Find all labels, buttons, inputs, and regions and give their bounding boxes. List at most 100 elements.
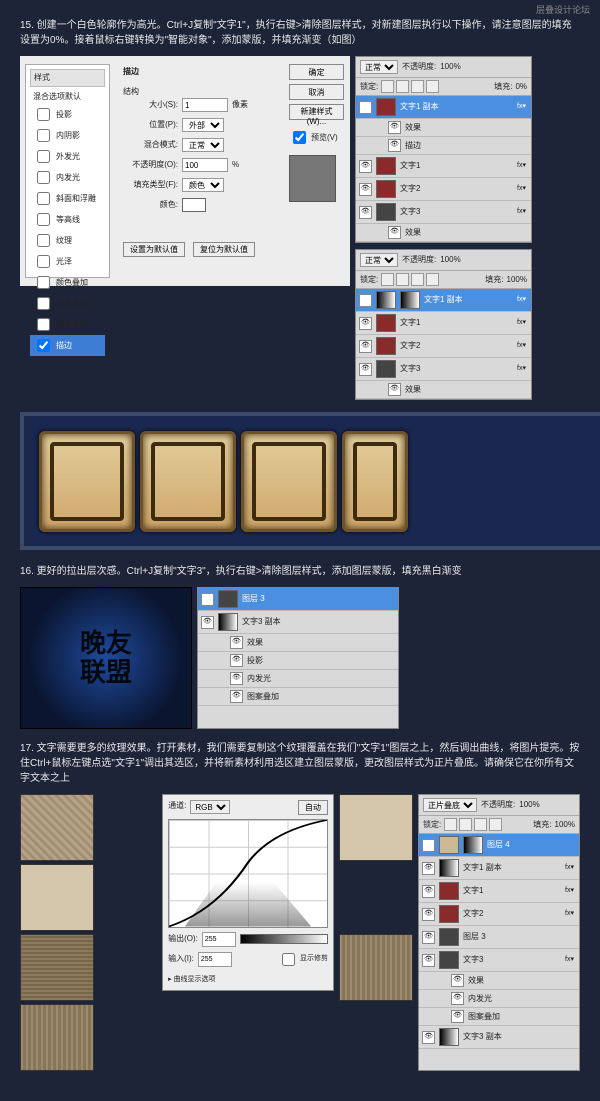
- style-item[interactable]: 光泽: [30, 251, 105, 272]
- filltype-select[interactable]: 颜色: [182, 178, 224, 192]
- style-item[interactable]: 等高线: [30, 209, 105, 230]
- visibility-icon[interactable]: 👁: [201, 616, 214, 629]
- layer-row[interactable]: 👁效果: [198, 634, 398, 652]
- visibility-icon[interactable]: 👁: [422, 908, 435, 921]
- visibility-icon[interactable]: 👁: [451, 1010, 464, 1023]
- layer-row[interactable]: 👁效果: [356, 381, 531, 399]
- curves-graph[interactable]: [168, 819, 328, 928]
- fx-badge[interactable]: fx▾: [515, 341, 528, 352]
- blend-select[interactable]: 正常: [182, 138, 224, 152]
- layer-row[interactable]: 👁图层 4: [419, 834, 579, 857]
- ok-button[interactable]: 确定: [289, 64, 344, 80]
- visibility-icon[interactable]: 👁: [230, 654, 243, 667]
- visibility-icon[interactable]: 👁: [359, 294, 372, 307]
- layer-row[interactable]: 👁文字1 副本fx▾: [356, 96, 531, 119]
- style-item[interactable]: 投影: [30, 104, 105, 125]
- style-item[interactable]: 斜面和浮雕: [30, 188, 105, 209]
- visibility-icon[interactable]: 👁: [359, 340, 372, 353]
- layer-row[interactable]: 👁描边: [356, 137, 531, 155]
- layer-row[interactable]: 👁文字1fx▾: [356, 155, 531, 178]
- blend-mode[interactable]: 正片叠底: [423, 798, 477, 812]
- layer-row[interactable]: 👁文字1fx▾: [356, 312, 531, 335]
- visibility-icon[interactable]: 👁: [230, 690, 243, 703]
- style-item[interactable]: 图案叠加: [30, 314, 105, 335]
- blend-mode[interactable]: 正常: [360, 60, 398, 74]
- color-swatch[interactable]: [182, 198, 206, 212]
- layer-row[interactable]: 👁图层 3: [419, 926, 579, 949]
- lock-icons[interactable]: [381, 273, 439, 286]
- layer-row[interactable]: 👁内发光: [419, 990, 579, 1008]
- visibility-icon[interactable]: 👁: [388, 383, 401, 396]
- visibility-icon[interactable]: 👁: [359, 317, 372, 330]
- fx-badge[interactable]: fx▾: [515, 102, 528, 113]
- layer-row[interactable]: 👁内发光: [198, 670, 398, 688]
- fx-badge[interactable]: fx▾: [515, 295, 528, 306]
- curve-options[interactable]: 曲线显示选项: [174, 976, 216, 983]
- layer-row[interactable]: 👁文字2fx▾: [419, 903, 579, 926]
- layer-row[interactable]: 👁效果: [356, 224, 531, 242]
- layer-row[interactable]: 👁文字2fx▾: [356, 178, 531, 201]
- reset-default-button[interactable]: 复位为默认值: [193, 242, 255, 257]
- visibility-icon[interactable]: 👁: [388, 139, 401, 152]
- fx-badge[interactable]: fx▾: [563, 886, 576, 897]
- layer-row[interactable]: 👁文字3fx▾: [356, 201, 531, 224]
- style-item[interactable]: 颜色叠加: [30, 272, 105, 293]
- visibility-icon[interactable]: 👁: [230, 636, 243, 649]
- lock-icons[interactable]: [381, 80, 439, 93]
- visibility-icon[interactable]: 👁: [422, 954, 435, 967]
- layer-row[interactable]: 👁文字3fx▾: [419, 949, 579, 972]
- visibility-icon[interactable]: 👁: [422, 1031, 435, 1044]
- visibility-icon[interactable]: 👁: [388, 121, 401, 134]
- blend-mode[interactable]: 正常: [360, 253, 398, 267]
- layer-row[interactable]: 👁文字2fx▾: [356, 335, 531, 358]
- visibility-icon[interactable]: 👁: [422, 839, 435, 852]
- layer-row[interactable]: 👁图层 3: [198, 588, 398, 611]
- fx-badge[interactable]: fx▾: [515, 364, 528, 375]
- output-input[interactable]: [202, 932, 236, 947]
- layer-row[interactable]: 👁效果: [419, 972, 579, 990]
- style-item[interactable]: 外发光: [30, 146, 105, 167]
- fx-badge[interactable]: fx▾: [563, 909, 576, 920]
- visibility-icon[interactable]: 👁: [359, 101, 372, 114]
- showclip-check[interactable]: [282, 953, 295, 966]
- layer-row[interactable]: 👁文字3fx▾: [356, 358, 531, 381]
- auto-button[interactable]: 自动: [298, 800, 328, 815]
- visibility-icon[interactable]: 👁: [359, 206, 372, 219]
- visibility-icon[interactable]: 👁: [451, 974, 464, 987]
- fx-badge[interactable]: fx▾: [515, 318, 528, 329]
- channel-select[interactable]: RGB: [190, 800, 230, 814]
- layer-row[interactable]: 👁图案叠加: [198, 688, 398, 706]
- style-item[interactable]: 渐变叠加: [30, 293, 105, 314]
- layer-row[interactable]: 👁效果: [356, 119, 531, 137]
- layer-row[interactable]: 👁文字3 副本: [419, 1026, 579, 1049]
- preview-check[interactable]: [293, 131, 306, 144]
- layer-row[interactable]: 👁文字1 副本fx▾: [419, 857, 579, 880]
- layer-row[interactable]: 👁文字3 副本: [198, 611, 398, 634]
- visibility-icon[interactable]: 👁: [230, 672, 243, 685]
- visibility-icon[interactable]: 👁: [359, 363, 372, 376]
- position-select[interactable]: 外部: [182, 118, 224, 132]
- opacity-input[interactable]: [182, 158, 228, 172]
- style-item[interactable]: 内发光: [30, 167, 105, 188]
- visibility-icon[interactable]: 👁: [359, 160, 372, 173]
- fx-badge[interactable]: fx▾: [515, 184, 528, 195]
- visibility-icon[interactable]: 👁: [422, 931, 435, 944]
- style-item-stroke[interactable]: 描边: [30, 335, 105, 356]
- new-style-button[interactable]: 新建样式(W)...: [289, 104, 344, 120]
- fx-badge[interactable]: fx▾: [563, 863, 576, 874]
- style-item[interactable]: 纹理: [30, 230, 105, 251]
- fx-badge[interactable]: fx▾: [563, 955, 576, 966]
- layer-row[interactable]: 👁投影: [198, 652, 398, 670]
- visibility-icon[interactable]: 👁: [451, 992, 464, 1005]
- fx-badge[interactable]: fx▾: [515, 207, 528, 218]
- input-input[interactable]: [198, 952, 232, 967]
- size-input[interactable]: [182, 98, 228, 112]
- visibility-icon[interactable]: 👁: [422, 862, 435, 875]
- cancel-button[interactable]: 取消: [289, 84, 344, 100]
- blend-options[interactable]: 混合选项默认: [30, 90, 105, 104]
- visibility-icon[interactable]: 👁: [359, 183, 372, 196]
- style-item[interactable]: 内阴影: [30, 125, 105, 146]
- visibility-icon[interactable]: 👁: [422, 885, 435, 898]
- layer-row[interactable]: 👁文字1 副本fx▾: [356, 289, 531, 312]
- fx-badge[interactable]: fx▾: [515, 161, 528, 172]
